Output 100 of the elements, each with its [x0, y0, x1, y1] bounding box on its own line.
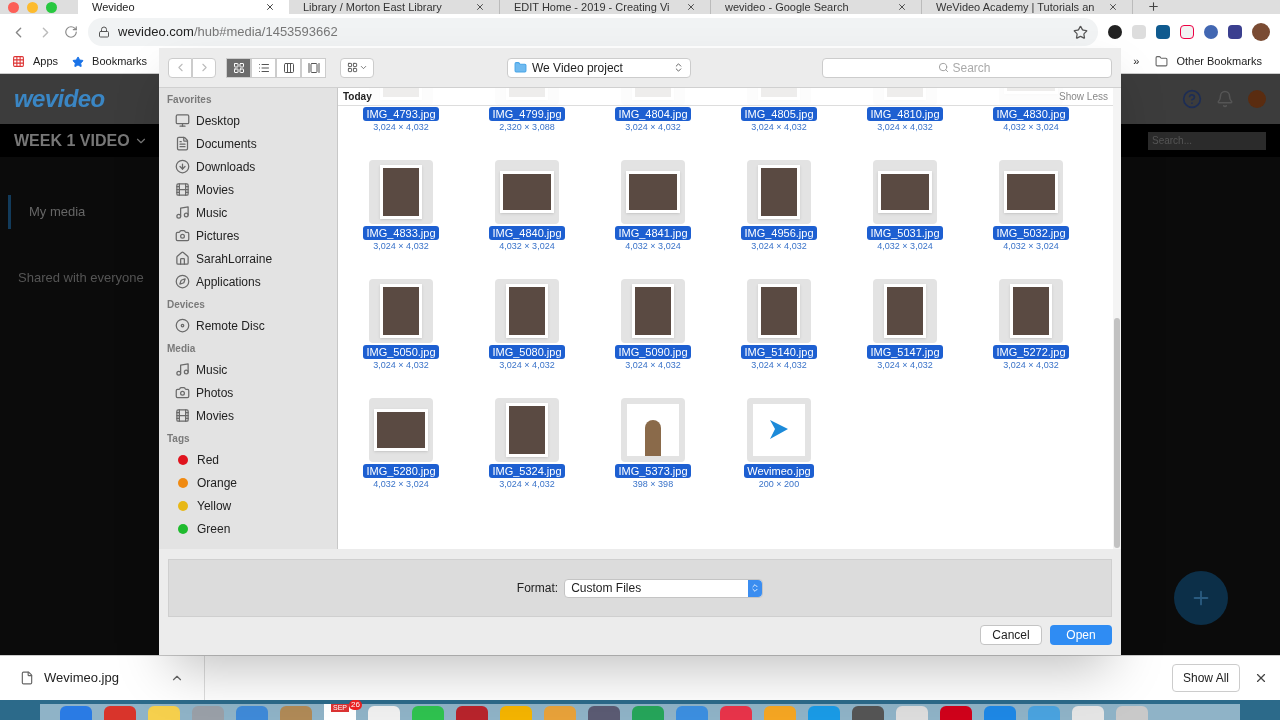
location-popup[interactable]: We Video project — [507, 57, 691, 78]
file-name[interactable]: IMG_5090.jpg — [615, 345, 691, 359]
help-icon[interactable] — [1182, 89, 1202, 109]
app-icon[interactable] — [1072, 706, 1104, 720]
forward-button[interactable] — [192, 57, 216, 78]
project-title[interactable]: WEEK 1 VIDEO — [14, 128, 148, 153]
file-name[interactable]: IMG_5031.jpg — [867, 226, 943, 240]
sidebar-item[interactable]: Movies — [167, 404, 337, 427]
bookmark-link[interactable]: Other Bookmarks — [1176, 53, 1262, 70]
file-name[interactable]: IMG_5080.jpg — [489, 345, 565, 359]
file-name[interactable]: Wevimeo.jpg — [744, 464, 814, 478]
scrollbar[interactable] — [1113, 88, 1121, 549]
image-dimensions: 4,032 × 3,024 — [373, 478, 429, 490]
file-name[interactable]: IMG_5373.jpg — [615, 464, 691, 478]
extension-icon[interactable] — [1108, 25, 1122, 39]
browser-tab[interactable]: Wevideo — [78, 0, 289, 14]
add-button[interactable] — [1173, 571, 1228, 625]
list-view-button[interactable] — [251, 57, 276, 78]
app-icon[interactable] — [60, 706, 92, 720]
sidebar-item[interactable]: Music — [167, 201, 337, 224]
arrange-button[interactable] — [340, 57, 374, 78]
file-name[interactable]: IMG_4956.jpg — [741, 226, 817, 240]
sidebar-item[interactable]: Orange — [167, 471, 337, 494]
app-icon[interactable] — [280, 706, 312, 720]
bell-icon[interactable] — [1216, 90, 1234, 108]
file-name[interactable]: IMG_4833.jpg — [363, 226, 439, 240]
grid-view-icon — [232, 61, 245, 74]
app-icon[interactable] — [940, 706, 972, 720]
app-icon[interactable] — [148, 706, 180, 720]
sidebar-item[interactable]: Photos — [167, 381, 337, 404]
close-window-icon[interactable] — [8, 1, 19, 13]
address-field[interactable]: wevideo.com/hub#media/1453593662 — [88, 18, 1098, 46]
app-icon[interactable] — [676, 706, 708, 720]
search-input[interactable]: Search — [952, 58, 997, 77]
new-tab-icon[interactable] — [1147, 0, 1160, 13]
grid-view-button[interactable] — [226, 57, 251, 78]
user-avatar[interactable] — [1248, 90, 1266, 108]
photo-placeholder — [621, 279, 685, 343]
sidebar-item[interactable]: Red — [167, 448, 337, 471]
image-dimensions: 4,032 × 3,024 — [1003, 240, 1059, 252]
cancel-button[interactable]: Cancel — [980, 625, 1042, 645]
show-all-button[interactable]: Show All — [1171, 664, 1240, 692]
sidebar-item[interactable]: Movies — [167, 178, 337, 201]
sidebar-item[interactable]: Yellow — [167, 494, 337, 517]
close-tab-icon[interactable] — [265, 2, 275, 12]
close-tab-icon[interactable] — [475, 2, 485, 12]
sidebar-item[interactable]: SarahLorraine — [167, 247, 337, 270]
bookmark-star-icon[interactable] — [1073, 24, 1088, 40]
bookmark-link[interactable]: Apps — [33, 53, 59, 70]
file-name[interactable]: IMG_4805.jpg — [741, 107, 817, 121]
bookmark-link[interactable]: Bookmarks — [92, 53, 148, 70]
file-name[interactable]: IMG_4793.jpg — [363, 107, 439, 121]
search-field[interactable]: Search — [822, 57, 1112, 78]
format-select[interactable]: Custom Files — [564, 578, 764, 598]
close-tab-icon[interactable] — [897, 2, 907, 12]
show-less-link[interactable]: Show Less — [1059, 89, 1108, 104]
app-icon[interactable] — [720, 706, 752, 720]
sidebar-item[interactable]: Pictures — [167, 224, 337, 247]
profile-avatar[interactable] — [1252, 23, 1270, 41]
file-name[interactable]: IMG_4804.jpg — [615, 107, 691, 121]
zoom-window-icon[interactable] — [46, 1, 57, 13]
file-name[interactable]: IMG_4840.jpg — [489, 226, 565, 240]
file-name[interactable]: IMG_5272.jpg — [993, 345, 1069, 359]
close-tab-icon[interactable] — [1108, 2, 1118, 12]
app-icon[interactable] — [984, 706, 1016, 720]
columns-view-button[interactable] — [276, 57, 301, 78]
file-name[interactable]: IMG_4830.jpg — [993, 107, 1069, 121]
file-name[interactable]: IMG_5280.jpg — [363, 464, 439, 478]
close-icon[interactable] — [1254, 671, 1268, 685]
file-name[interactable]: IMG_5324.jpg — [489, 464, 565, 478]
app-icon[interactable] — [104, 706, 136, 720]
back-button[interactable] — [168, 57, 192, 78]
close-tab-icon[interactable] — [686, 2, 696, 12]
file-name[interactable]: IMG_5050.jpg — [363, 345, 439, 359]
reload-icon[interactable] — [64, 25, 78, 39]
minimize-window-icon[interactable] — [27, 1, 38, 13]
app-icon[interactable] — [808, 706, 840, 720]
app-icon[interactable] — [896, 706, 928, 720]
sidebar-item[interactable]: Documents — [167, 132, 337, 155]
file-name[interactable]: IMG_4810.jpg — [867, 107, 943, 121]
sidebar-item[interactable]: Applications — [167, 270, 337, 293]
file-name[interactable]: IMG_4799.jpg — [489, 107, 565, 121]
bookmarks-overflow[interactable]: » — [1133, 53, 1140, 70]
app-icon[interactable] — [456, 706, 488, 720]
app-icon[interactable] — [236, 706, 268, 720]
app-icon[interactable] — [368, 706, 400, 720]
sidebar-item[interactable]: Remote Disc — [167, 314, 337, 337]
app-icon[interactable] — [588, 706, 620, 720]
file-name[interactable]: IMG_5140.jpg — [741, 345, 817, 359]
sidebar-item[interactable]: Music — [167, 358, 337, 381]
gallery-view-button[interactable] — [301, 57, 326, 78]
app-icon[interactable] — [852, 706, 884, 720]
file-name[interactable]: IMG_5147.jpg — [867, 345, 943, 359]
app-icon[interactable] — [632, 706, 664, 720]
file-name[interactable]: IMG_4841.jpg — [615, 226, 691, 240]
download-item[interactable]: Wevimeo.jpg — [44, 668, 160, 688]
file-name[interactable]: IMG_5032.jpg — [993, 226, 1069, 240]
sidebar-item[interactable]: Desktop — [167, 109, 337, 132]
sidebar-item[interactable]: Downloads — [167, 155, 337, 178]
sidebar-item[interactable]: Green — [167, 517, 337, 540]
